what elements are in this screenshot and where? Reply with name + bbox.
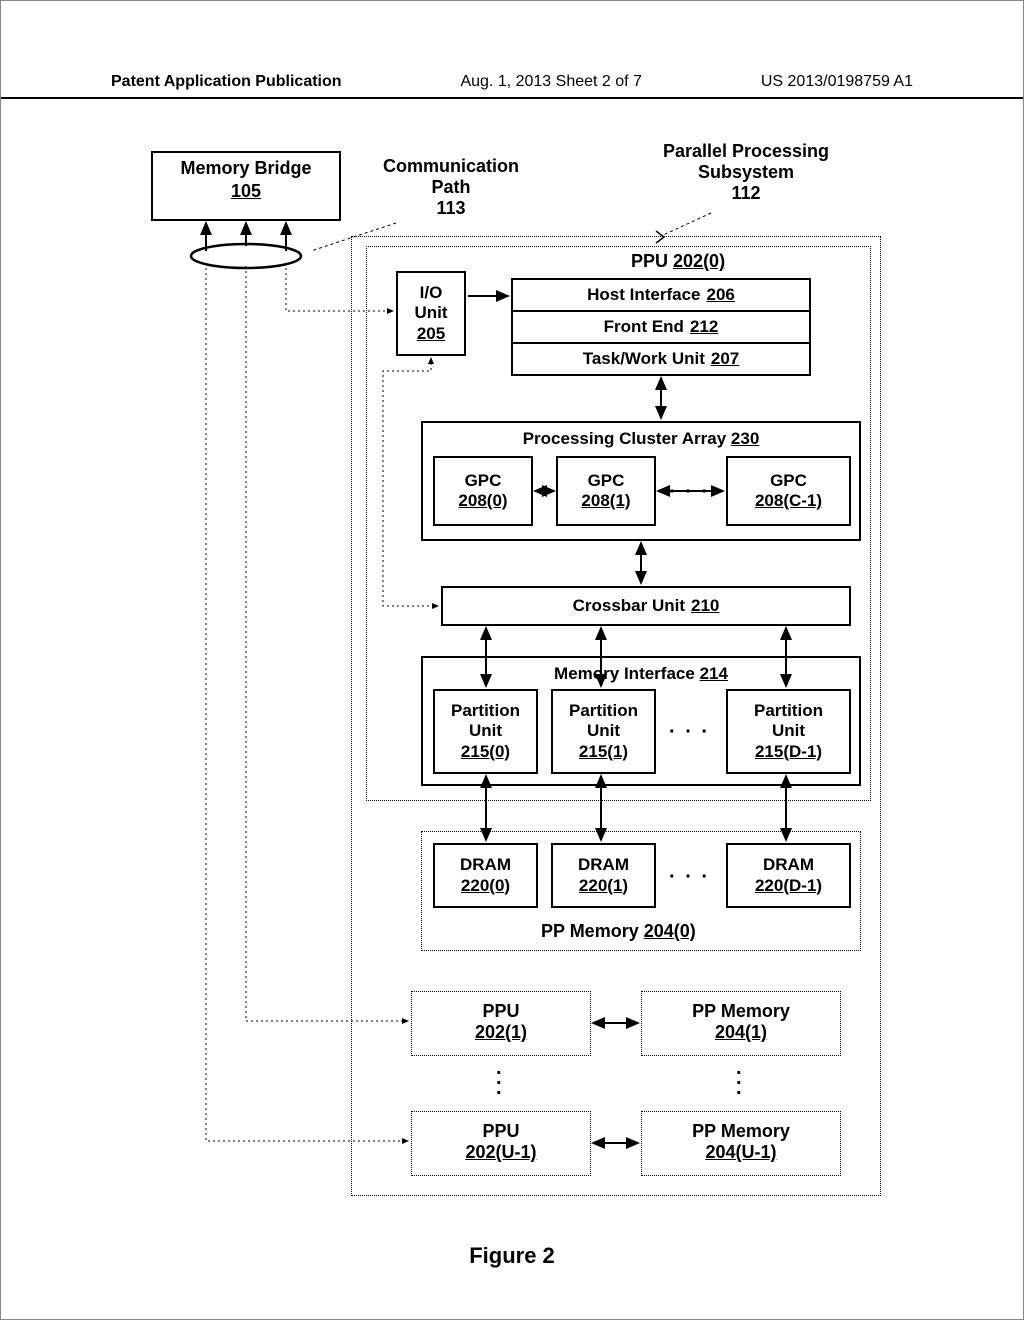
ppu0-text: PPU: [631, 251, 668, 271]
dramD-box: DRAM 220(D-1): [726, 843, 851, 908]
part0-ref: 215(0): [461, 742, 510, 762]
pps-ref: 112: [731, 183, 760, 203]
pp-memU-label: PP Memory 204(U-1): [641, 1121, 841, 1163]
part1-box: Partition Unit 215(1): [551, 689, 656, 774]
dram0-ref: 220(0): [461, 876, 510, 896]
ppuU-ref: 202(U-1): [465, 1142, 536, 1162]
io-unit-t1: I/O: [420, 283, 443, 303]
pp-mem1-label: PP Memory 204(1): [641, 1001, 841, 1043]
pca-title: Processing Cluster Array 230: [523, 429, 760, 449]
ppuU-text: PPU: [482, 1121, 519, 1141]
pp-memU-ref: 204(U-1): [705, 1142, 776, 1162]
gpc0-t: GPC: [465, 471, 502, 491]
figure-caption: Figure 2: [1, 1243, 1023, 1269]
task-work-text: Task/Work Unit: [583, 349, 705, 369]
ppmem-vdots: ...: [736, 1063, 742, 1093]
gpc1-ref: 208(1): [581, 491, 630, 511]
dram-ellipsis: · · ·: [669, 866, 710, 889]
partD-t1: Partition: [754, 701, 823, 721]
ppuU-label: PPU 202(U-1): [411, 1121, 591, 1163]
io-unit-box: I/O Unit 205: [396, 271, 466, 356]
header-right: US 2013/0198759 A1: [761, 73, 913, 91]
front-end-text: Front End: [604, 317, 684, 337]
pp-mem0-ref: 204(0): [644, 921, 696, 941]
crossbar-box: Crossbar Unit 210: [441, 586, 851, 626]
ppu1-text: PPU: [482, 1001, 519, 1021]
crossbar-text: Crossbar Unit: [573, 596, 685, 616]
io-unit-ref: 205: [417, 324, 445, 344]
pca-ref: 230: [731, 429, 759, 448]
task-work-box: Task/Work Unit 207: [511, 342, 811, 376]
memory-bridge-label: Memory Bridge: [180, 158, 311, 178]
host-if-text: Host Interface: [587, 285, 700, 305]
dram1-ref: 220(1): [579, 876, 628, 896]
dram1-t: DRAM: [578, 855, 629, 875]
part-ellipsis: · · ·: [669, 721, 710, 744]
front-end-box: Front End 212: [511, 310, 811, 344]
part1-t2: Unit: [587, 721, 620, 741]
comm-path-text1: Communication: [383, 156, 519, 176]
dramD-t: DRAM: [763, 855, 814, 875]
comm-path-text2: Path: [431, 177, 470, 197]
pps-text1: Parallel Processing: [663, 141, 829, 161]
header-mid: Aug. 1, 2013 Sheet 2 of 7: [460, 73, 641, 91]
ppu0-ref: 202(0): [673, 251, 725, 271]
comm-path-ref: 113: [436, 198, 465, 218]
header-left: Patent Application Publication: [111, 73, 342, 91]
memory-bridge-ref: 105: [231, 181, 261, 201]
mem-if-text: Memory Interface: [554, 664, 695, 683]
gpc1-box: GPC 208(1): [556, 456, 656, 526]
pp-memU-text: PP Memory: [692, 1121, 790, 1141]
dram1-box: DRAM 220(1): [551, 843, 656, 908]
host-if-ref: 206: [707, 285, 735, 305]
pp-mem0-label: PP Memory 204(0): [541, 921, 696, 942]
part1-t1: Partition: [569, 701, 638, 721]
comm-path-label: Communication Path 113: [366, 156, 536, 219]
dram0-t: DRAM: [460, 855, 511, 875]
pp-mem1-text: PP Memory: [692, 1001, 790, 1021]
partD-t2: Unit: [772, 721, 805, 741]
gpcC-ref: 208(C-1): [755, 491, 822, 511]
part0-box: Partition Unit 215(0): [433, 689, 538, 774]
io-unit-t2: Unit: [414, 303, 447, 323]
ppu-vdots: ...: [496, 1063, 502, 1093]
front-end-ref: 212: [690, 317, 718, 337]
part0-t2: Unit: [469, 721, 502, 741]
gpc0-ref: 208(0): [458, 491, 507, 511]
dram0-box: DRAM 220(0): [433, 843, 538, 908]
page: Patent Application Publication Aug. 1, 2…: [0, 0, 1024, 1320]
part1-ref: 215(1): [579, 742, 628, 762]
gpcC-box: GPC 208(C-1): [726, 456, 851, 526]
ppu0-label: PPU 202(0): [631, 251, 725, 272]
ppu1-label: PPU 202(1): [411, 1001, 591, 1043]
partD-box: Partition Unit 215(D-1): [726, 689, 851, 774]
dramD-ref: 220(D-1): [755, 876, 822, 896]
pp-mem0-text: PP Memory: [541, 921, 639, 941]
gpc-ellipsis: · · ·: [669, 481, 710, 504]
part0-t1: Partition: [451, 701, 520, 721]
pps-label: Parallel Processing Subsystem 112: [631, 141, 861, 204]
memory-bridge-box: Memory Bridge 105: [151, 151, 341, 221]
gpcC-t: GPC: [770, 471, 807, 491]
partD-ref: 215(D-1): [755, 742, 822, 762]
pp-mem1-ref: 204(1): [715, 1022, 767, 1042]
gpc0-box: GPC 208(0): [433, 456, 533, 526]
pca-text: Processing Cluster Array: [523, 429, 726, 448]
crossbar-ref: 210: [691, 596, 719, 616]
pps-text2: Subsystem: [698, 162, 794, 182]
page-header: Patent Application Publication Aug. 1, 2…: [1, 73, 1023, 99]
mem-if-ref: 214: [700, 664, 728, 683]
host-interface-box: Host Interface 206: [511, 278, 811, 312]
gpc1-t: GPC: [588, 471, 625, 491]
ppu1-ref: 202(1): [475, 1022, 527, 1042]
mem-if-title: Memory Interface 214: [554, 664, 728, 684]
task-work-ref: 207: [711, 349, 739, 369]
diagram-canvas: Memory Bridge 105 Communication Path 113…: [131, 151, 891, 1231]
